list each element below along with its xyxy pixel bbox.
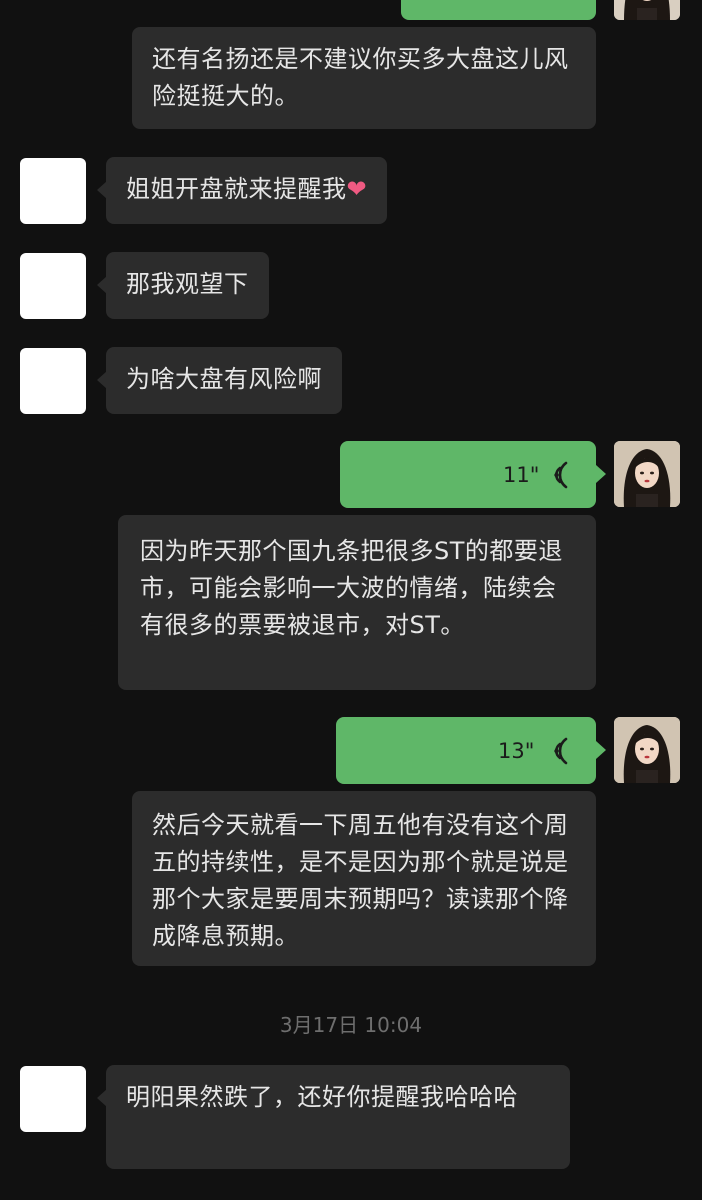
voice-message-bubble-top[interactable]	[401, 0, 596, 20]
message-text: 姐姐开盘就来提醒我	[126, 175, 347, 203]
voice-wave-icon	[554, 737, 568, 765]
my-avatar[interactable]	[614, 0, 680, 20]
contact-avatar[interactable]	[20, 348, 86, 414]
my-avatar[interactable]	[614, 717, 680, 783]
incoming-text-bubble[interactable]: 姐姐开盘就来提醒我❤	[106, 157, 388, 224]
bubble-tail	[596, 465, 606, 483]
contact-avatar[interactable]	[20, 158, 86, 224]
heart-emoji-icon: ❤	[346, 175, 368, 203]
voice-wave-icon	[554, 461, 568, 489]
message-text: 还有名扬还是不建议你买多大盘这儿风险挺挺大的。	[152, 45, 569, 110]
message-text: 然后今天就看一下周五他有没有这个周五的持续性，是不是因为那个就是说是那个大家是要…	[152, 811, 569, 950]
bubble-tail	[596, 741, 606, 759]
voice-duration: 13"	[498, 739, 535, 763]
incoming-text-bubble[interactable]: 明阳果然跌了，还好你提醒我哈哈哈	[106, 1065, 570, 1169]
voice-duration: 11"	[503, 463, 540, 487]
outgoing-text-bubble[interactable]: 然后今天就看一下周五他有没有这个周五的持续性，是不是因为那个就是说是那个大家是要…	[132, 791, 596, 966]
message-text: 为啥大盘有风险啊	[126, 365, 322, 393]
voice-message-bubble[interactable]: 11"	[340, 441, 596, 508]
portrait-avatar-icon	[614, 0, 680, 20]
message-text: 因为昨天那个国九条把很多ST的都要退市，可能会影响一大波的情绪，陆续会有很多的票…	[140, 537, 563, 639]
incoming-text-bubble[interactable]: 为啥大盘有风险啊	[106, 347, 342, 414]
outgoing-text-bubble[interactable]: 因为昨天那个国九条把很多ST的都要退市，可能会影响一大波的情绪，陆续会有很多的票…	[118, 515, 596, 690]
contact-avatar[interactable]	[20, 253, 86, 319]
message-text: 明阳果然跌了，还好你提醒我哈哈哈	[126, 1083, 518, 1111]
voice-message-bubble[interactable]: 13"	[336, 717, 596, 784]
incoming-text-bubble[interactable]: 那我观望下	[106, 252, 269, 319]
message-text: 那我观望下	[126, 270, 249, 298]
portrait-avatar-icon	[614, 441, 680, 507]
message-timestamp: 3月17日 10:04	[279, 1013, 423, 1037]
my-avatar[interactable]	[614, 441, 680, 507]
outgoing-text-bubble[interactable]: 还有名扬还是不建议你买多大盘这儿风险挺挺大的。	[132, 27, 596, 129]
portrait-avatar-icon	[614, 717, 680, 783]
contact-avatar[interactable]	[20, 1066, 86, 1132]
